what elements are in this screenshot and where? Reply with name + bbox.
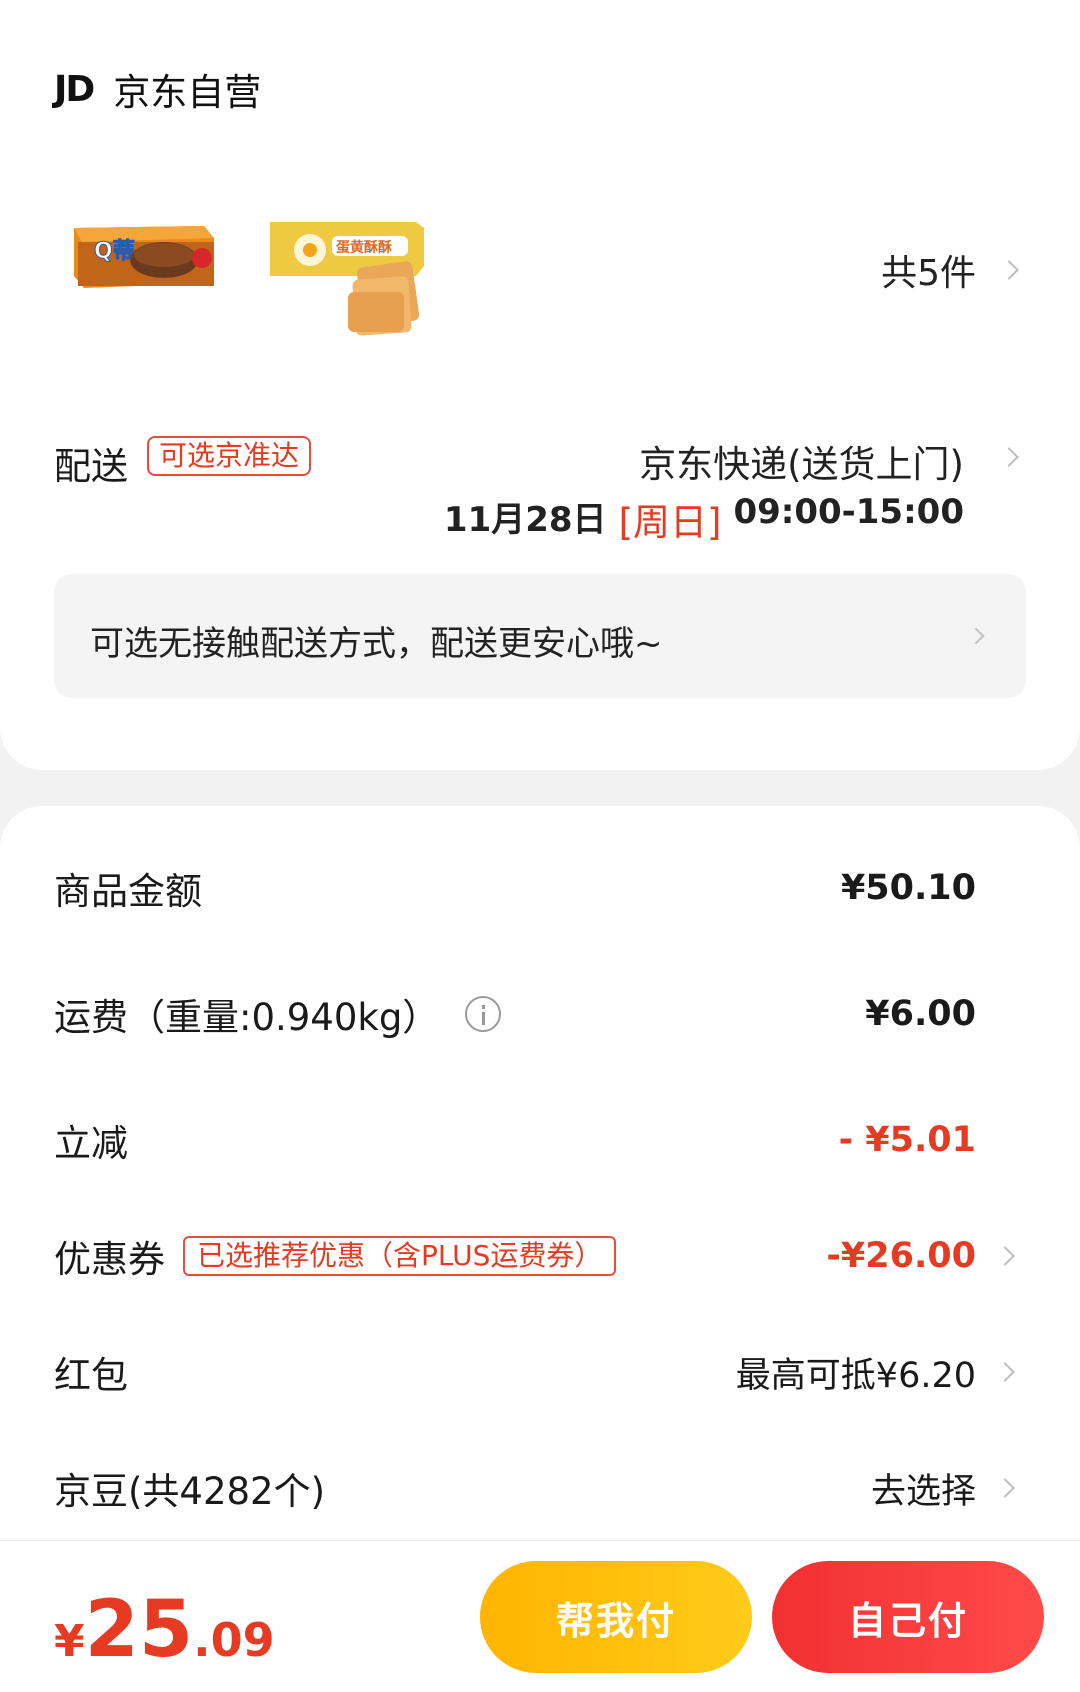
chevron-right-icon bbox=[995, 1478, 1015, 1498]
contactless-delivery-banner[interactable]: 可选无接触配送方式，配送更安心哦~ bbox=[54, 574, 1026, 698]
shipping-label: 配送 bbox=[54, 445, 128, 488]
shop-name: 京东自营 bbox=[113, 71, 262, 114]
coupon-label: 优惠券 bbox=[54, 1238, 165, 1281]
red-packet-row[interactable]: 红包 最高可抵¥6.20 bbox=[54, 1342, 1016, 1402]
shipping-method[interactable]: 京东快递(送货上门) bbox=[639, 434, 964, 488]
jingzhunda-tag[interactable]: 可选京准达 bbox=[147, 436, 312, 476]
instant-discount-row: 立减 - ¥5.01 bbox=[54, 1110, 1016, 1170]
red-packet-value: 最高可抵¥6.20 bbox=[735, 1355, 976, 1396]
freight-value: ¥6.00 bbox=[865, 994, 976, 1034]
item-count-row[interactable]: 共5件 bbox=[881, 244, 1019, 296]
checkout-bar: ¥ 25 .09 帮我付 自己付 bbox=[0, 1541, 1080, 1692]
coupon-row[interactable]: 优惠券 已选推荐优惠（含PLUS运费券） -¥26.00 bbox=[54, 1226, 1016, 1286]
total-decimal: .09 bbox=[193, 1613, 275, 1667]
jd-beans-label: 京豆(共4282个) bbox=[54, 1470, 326, 1513]
product-image-qdi[interactable]: Q蒂 bbox=[54, 208, 224, 338]
jd-logo: JD bbox=[54, 68, 95, 110]
freight-row: 运费（重量:0.940kg） ¥6.00 bbox=[54, 984, 1016, 1044]
red-packet-label: 红包 bbox=[54, 1354, 128, 1397]
goods-amount-row: 商品金额 ¥50.10 bbox=[54, 858, 1016, 918]
product-image-danhuang[interactable]: 蛋黄酥酥 bbox=[264, 208, 434, 338]
svg-text:蛋黄酥酥: 蛋黄酥酥 bbox=[336, 239, 392, 256]
shop-header: JD 京东自营 bbox=[54, 62, 261, 116]
chevron-right-icon bbox=[999, 260, 1019, 280]
chevron-right-icon[interactable] bbox=[999, 447, 1019, 467]
chevron-right-icon bbox=[995, 1362, 1015, 1382]
info-icon[interactable] bbox=[465, 996, 502, 1032]
goods-amount-value: ¥50.10 bbox=[840, 868, 976, 908]
svg-text:Q蒂: Q蒂 bbox=[94, 239, 135, 264]
jd-beans-row[interactable]: 京豆(共4282个) 去选择 bbox=[54, 1458, 1016, 1518]
contactless-notice-text: 可选无接触配送方式，配送更安心哦~ bbox=[90, 624, 663, 664]
chevron-right-icon bbox=[995, 1246, 1015, 1266]
delivery-date: 11月28日 bbox=[443, 500, 607, 540]
delivery-window: 09:00-15:00 bbox=[733, 492, 964, 532]
total-price: ¥ 25 .09 bbox=[54, 1585, 275, 1675]
delivery-time[interactable]: 11月28日 [周日] 09:00-15:00 bbox=[444, 492, 964, 546]
chevron-right-icon bbox=[967, 627, 985, 645]
item-count: 共5件 bbox=[881, 253, 976, 294]
instant-discount-value: - ¥5.01 bbox=[838, 1120, 976, 1160]
currency-symbol: ¥ bbox=[54, 1616, 85, 1667]
coupon-selected-tag: 已选推荐优惠（含PLUS运费券） bbox=[183, 1236, 617, 1276]
help-pay-button[interactable]: 帮我付 bbox=[480, 1561, 752, 1673]
order-card: JD 京东自营 Q蒂 蛋黄酥酥 共5件 配送 可选京准达 京东快递(送货上门) … bbox=[0, 0, 1080, 770]
delivery-weekday: [周日] bbox=[618, 501, 722, 544]
self-pay-button[interactable]: 自己付 bbox=[772, 1561, 1044, 1673]
instant-discount-label: 立减 bbox=[54, 1122, 128, 1165]
goods-amount-label: 商品金额 bbox=[54, 870, 202, 913]
jd-beans-value: 去选择 bbox=[870, 1471, 976, 1512]
coupon-value: -¥26.00 bbox=[826, 1236, 976, 1276]
total-integer: 25 bbox=[84, 1585, 194, 1675]
freight-label: 运费（重量:0.940kg） bbox=[54, 996, 440, 1039]
product-thumbnails[interactable]: Q蒂 蛋黄酥酥 bbox=[54, 208, 434, 338]
